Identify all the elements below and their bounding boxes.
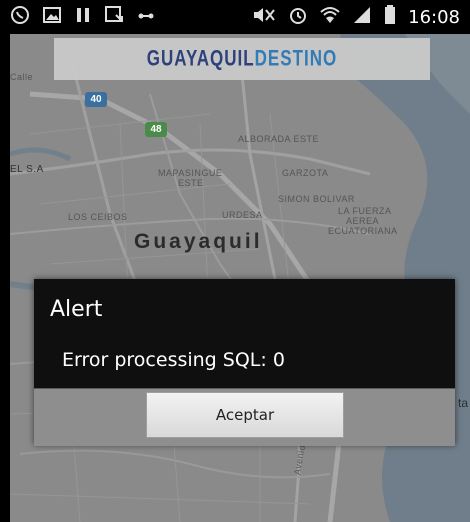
download-icon [104, 5, 124, 29]
status-bar: 16:08 [0, 0, 470, 34]
map-label-la-fuerza: LA FUERZA [338, 206, 392, 216]
accept-button[interactable]: Aceptar [146, 392, 344, 438]
map-label-right-edge: ta [458, 396, 469, 410]
map-label-mapasingue: MAPASINGUE [158, 168, 223, 178]
app-logo-banner: GUAYAQUILDESTINO [54, 38, 430, 80]
alert-title: Alert [50, 297, 103, 322]
pause-icon [74, 6, 92, 28]
road-shield-48: 48 [145, 122, 167, 137]
map-canvas [10, 34, 470, 522]
map-label-aerea: AEREA [346, 216, 380, 226]
alert-message: Error processing SQL: 0 [62, 349, 285, 371]
dots-icon [136, 8, 156, 26]
map-label-city: Guayaquil [134, 230, 263, 253]
status-bar-left [10, 5, 156, 29]
map-label-garzota: GARZOTA [282, 168, 329, 178]
mute-icon [252, 6, 276, 28]
map-label-calle: Calle [10, 72, 34, 82]
map-label-el-sa: EL S.A [10, 164, 44, 175]
status-time: 16:08 [408, 6, 460, 28]
map-label-simon-bolivar: SIMON BOLIVAR [278, 194, 355, 204]
battery-icon [384, 5, 396, 29]
alert-footer: Aceptar [34, 388, 455, 446]
map-label-urdesa: URDESA [222, 210, 263, 220]
map-label-los-ceibos: LOS CEIBOS [68, 212, 128, 222]
wifi-icon [320, 6, 340, 28]
alert-header: Alert Error processing SQL: 0 [34, 279, 455, 388]
road-shield-40: 40 [85, 92, 107, 107]
alert-dialog: Alert Error processing SQL: 0 Aceptar [34, 279, 455, 446]
whatsapp-icon [10, 5, 30, 29]
app-logo: GUAYAQUILDESTINO [146, 46, 338, 71]
image-icon [42, 6, 62, 28]
status-bar-right: 16:08 [252, 5, 460, 29]
map-label-alborada-este: ALBORADA ESTE [238, 134, 320, 144]
map-view[interactable]: Calle 40 48 EL S.A ALBORADA ESTE MAPASIN… [10, 34, 470, 522]
alarm-icon [288, 5, 308, 29]
map-label-ecuatoriana: ECUATORIANA [328, 226, 398, 236]
map-label-mapasingue-este: ESTE [178, 178, 204, 188]
signal-icon [352, 6, 372, 28]
